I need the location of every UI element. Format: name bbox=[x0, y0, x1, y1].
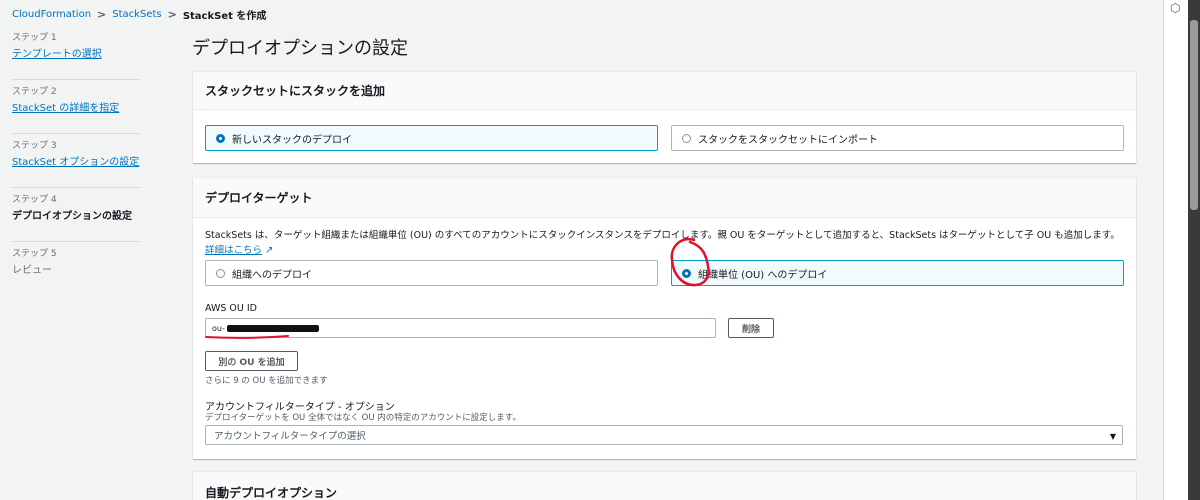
breadcrumb-cloudformation[interactable]: CloudFormation bbox=[12, 9, 91, 20]
step-link-stackset-details[interactable]: StackSet の詳細を指定 bbox=[12, 102, 140, 116]
step-review: レビュー bbox=[12, 265, 52, 276]
targets-description: StackSets は、ターゲット組織または組織単位 (OU) のすべてのアカウ… bbox=[205, 228, 1130, 258]
radio-selected-icon[interactable] bbox=[682, 268, 691, 278]
add-ou-hint: さらに 9 の OU を追加できます bbox=[205, 376, 328, 386]
wizard-steps: ステップ 1 テンプレートの選択 ステップ 2 StackSet の詳細を指定 … bbox=[12, 32, 140, 302]
deploy-targets-panel: デプロイターゲット StackSets は、ターゲット組織または組織単位 (OU… bbox=[193, 177, 1136, 459]
add-ou-button[interactable]: 別の OU を追加 bbox=[205, 351, 298, 371]
option-label: スタックをスタックセットにインポート bbox=[698, 134, 878, 146]
option-label: 組織単位 (OU) へのデプロイ bbox=[698, 269, 828, 281]
filter-description: デプロイターゲットを OU 全体ではなく OU 内の特定のアカウントに設定します… bbox=[205, 413, 521, 423]
step-link-select-template[interactable]: テンプレートの選択 bbox=[12, 48, 140, 62]
wizard-step-3: ステップ 3 StackSet オプションの設定 bbox=[12, 140, 140, 188]
breadcrumb-separator: > bbox=[167, 8, 177, 21]
wizard-step-2: ステップ 2 StackSet の詳細を指定 bbox=[12, 86, 140, 134]
panel-heading: デプロイターゲット bbox=[205, 191, 313, 205]
caret-down-icon[interactable]: ▼ bbox=[1110, 432, 1116, 441]
step-link-stackset-options[interactable]: StackSet オプションの設定 bbox=[12, 156, 140, 170]
breadcrumb: CloudFormation > StackSets > StackSet を作… bbox=[12, 7, 266, 22]
option-deploy-ou[interactable]: 組織単位 (OU) へのデプロイ bbox=[671, 260, 1124, 286]
ou-id-label: AWS OU ID bbox=[205, 303, 257, 314]
page-title: デプロイオプションの設定 bbox=[192, 38, 408, 59]
option-label: 新しいスタックのデプロイ bbox=[232, 134, 352, 146]
redacted-value bbox=[226, 324, 319, 332]
description-text: StackSets は、ターゲット組織または組織単位 (OU) のすべてのアカウ… bbox=[205, 230, 1120, 241]
radio-unselected-icon[interactable] bbox=[216, 268, 225, 278]
select-placeholder: アカウントフィルタータイプの選択 bbox=[214, 431, 366, 442]
remove-ou-button[interactable]: 削除 bbox=[728, 318, 774, 338]
option-deploy-organization[interactable]: 組織へのデプロイ bbox=[205, 260, 658, 286]
ou-id-value: ou- bbox=[212, 323, 225, 333]
breadcrumb-stacksets[interactable]: StackSets bbox=[112, 9, 161, 20]
step-number: ステップ 2 bbox=[12, 87, 57, 97]
panel-header: スタックセットにスタックを追加 bbox=[193, 72, 1136, 110]
step-number: ステップ 4 bbox=[12, 195, 57, 205]
option-new-stack-deploy[interactable]: 新しいスタックのデプロイ bbox=[205, 125, 658, 151]
console-frame: CloudFormation > StackSets > StackSet を作… bbox=[0, 0, 1163, 500]
right-panel-strip: ⬡ bbox=[1163, 0, 1200, 500]
step-number: ステップ 1 bbox=[12, 33, 57, 43]
learn-more-link[interactable]: 詳細はこちら bbox=[205, 245, 262, 256]
panel-header: 自動デプロイオプション bbox=[193, 472, 1136, 500]
ou-id-input[interactable]: ou- bbox=[205, 318, 716, 338]
add-stacks-panel: スタックセットにスタックを追加 新しいスタックのデプロイ スタックをスタックセッ… bbox=[193, 71, 1136, 163]
settings-hexagon-icon[interactable]: ⬡ bbox=[1170, 2, 1180, 14]
breadcrumb-separator: > bbox=[97, 8, 107, 21]
scrollbar[interactable] bbox=[1188, 0, 1200, 500]
panel-header: デプロイターゲット bbox=[193, 178, 1136, 218]
step-number: ステップ 3 bbox=[12, 141, 57, 151]
wizard-step-1: ステップ 1 テンプレートの選択 bbox=[12, 32, 140, 80]
breadcrumb-current: StackSet を作成 bbox=[182, 11, 267, 22]
panel-heading: 自動デプロイオプション bbox=[205, 486, 338, 500]
panel-heading: スタックセットにスタックを追加 bbox=[205, 84, 386, 98]
account-filter-select[interactable]: アカウントフィルタータイプの選択 ▼ bbox=[205, 425, 1123, 445]
option-label: 組織へのデプロイ bbox=[232, 269, 312, 281]
scrollbar-thumb[interactable] bbox=[1190, 20, 1198, 210]
step-current-deploy-options: デプロイオプションの設定 bbox=[12, 211, 132, 222]
wizard-step-5: ステップ 5 レビュー bbox=[12, 248, 140, 296]
step-number: ステップ 5 bbox=[12, 249, 57, 259]
option-import-stacks[interactable]: スタックをスタックセットにインポート bbox=[671, 125, 1124, 151]
auto-deploy-panel: 自動デプロイオプション bbox=[193, 471, 1136, 500]
wizard-step-4: ステップ 4 デプロイオプションの設定 bbox=[12, 194, 140, 242]
external-link-icon[interactable]: ↗ bbox=[265, 245, 273, 256]
radio-unselected-icon[interactable] bbox=[682, 133, 691, 143]
radio-selected-icon[interactable] bbox=[216, 133, 225, 143]
